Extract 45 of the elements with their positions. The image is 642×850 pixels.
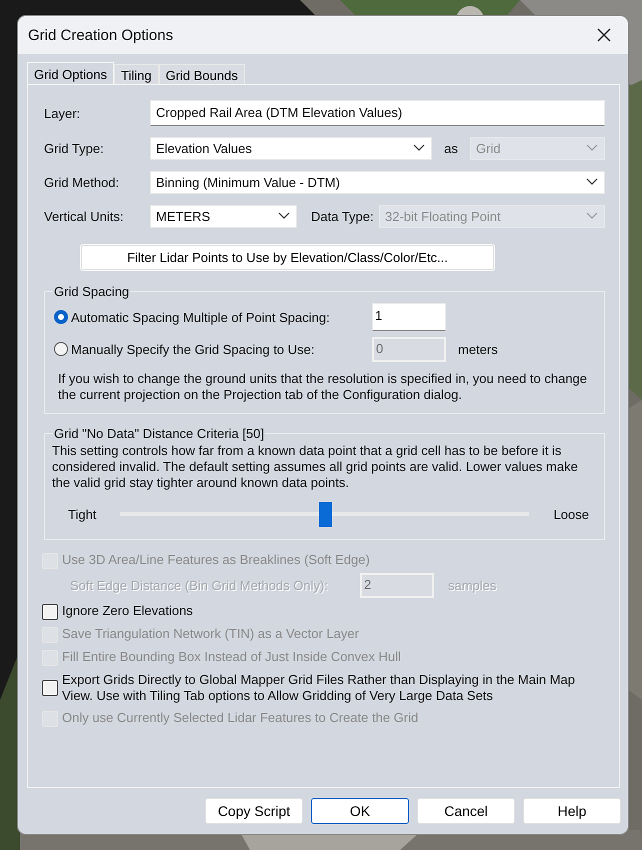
dialog-button[interactable]: OK xyxy=(311,798,409,824)
checkbox-label: Export Grids Directly to Global Mapper Grid Files Rather than Displaying in the Main Map View. Use with Tiling Tab options to Allow Gridding of Very Large Data Sets xyxy=(62,672,576,704)
field-label: Vertical Units: xyxy=(44,208,124,224)
field-label: Data Type: xyxy=(310,208,375,224)
chevron-icon xyxy=(278,212,290,220)
checkbox-label: Only use Currently Selected Lidar Features to Create the Grid xyxy=(62,710,418,726)
chevron-icon xyxy=(586,212,598,220)
checkbox-label: Save Triangulation Network (TIN) as a Vector Layer xyxy=(62,626,359,642)
dialog-button[interactable]: Cancel xyxy=(417,798,515,824)
vertical-units-dropdown[interactable]: METERS xyxy=(150,204,297,228)
chevron-icon xyxy=(586,144,598,152)
dialog-button[interactable]: Copy Script xyxy=(205,798,303,824)
checkbox-label: Use 3D Area/Line Features as Breaklines (Soft Edge) xyxy=(62,552,370,568)
field-label: Grid Type: xyxy=(44,140,105,156)
field-label: Layer: xyxy=(44,106,82,120)
checkbox-label: Ignore Zero Elevations xyxy=(62,603,193,619)
grid-method-dropdown[interactable]: Binning (Minimum Value - DTM) xyxy=(150,170,605,194)
radio-label: Manually Specify the Grid Spacing to Use: xyxy=(71,342,316,356)
chevron-icon xyxy=(413,144,425,152)
slider-thumb[interactable] xyxy=(318,502,332,526)
field-label: as xyxy=(443,140,459,156)
slider-min-label: Tight xyxy=(67,506,98,522)
radio-button[interactable] xyxy=(54,310,68,324)
checkbox-label: Fill Entire Bounding Box Instead of Just Inside Convex Hull xyxy=(62,649,401,665)
tab[interactable]: Grid Options xyxy=(27,62,114,84)
unit-label: meters xyxy=(458,342,498,356)
spacing-field[interactable]: 1 xyxy=(372,303,446,331)
chevron-icon xyxy=(586,178,598,186)
field-label: Grid Method: xyxy=(44,174,120,190)
group-title: Grid Spacing xyxy=(53,284,130,299)
radio-label: Automatic Spacing Multiple of Point Spacing: xyxy=(71,310,331,324)
grid-type-dropdown[interactable]: Elevation Values xyxy=(150,136,432,160)
tab[interactable]: Grid Bounds xyxy=(158,64,245,84)
group-title: Grid "No Data" Distance Criteria [50] xyxy=(53,426,266,441)
checkbox[interactable] xyxy=(42,604,58,620)
filter-button[interactable]: Filter Lidar Points to Use by Elevation/Class/Color/Etc... xyxy=(81,245,494,270)
note-text: If you wish to change the ground units that the resolution is specified in, you need to change the current projection on the Projection tab of the Configuration dialog. xyxy=(58,371,588,403)
tab[interactable]: Tiling xyxy=(114,64,159,84)
slider-max-label: Loose xyxy=(552,506,590,522)
layer-field[interactable]: Cropped Rail Area (DTM Elevation Values) xyxy=(150,100,605,126)
dialog-button[interactable]: Help xyxy=(523,798,621,824)
checkbox[interactable] xyxy=(42,680,58,696)
window-title: Grid Creation Options xyxy=(28,26,174,44)
description-text: This setting controls how far from a known data point that a grid cell has to be before it is considered invalid. The default setting assumes all grid points are valid. Lower values make the valid grid stay tighter around known data points. xyxy=(52,443,579,491)
close-icon xyxy=(597,28,611,42)
